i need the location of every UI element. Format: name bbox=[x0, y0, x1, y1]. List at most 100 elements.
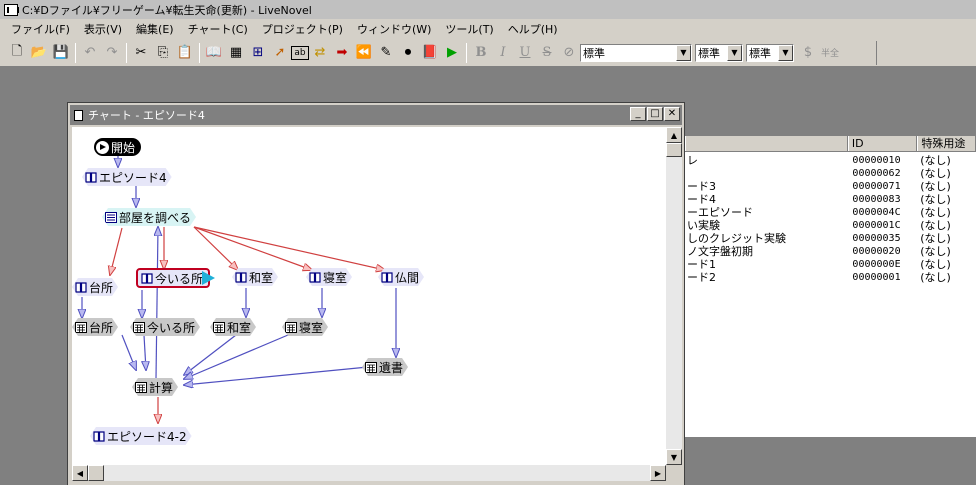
book-icon bbox=[235, 272, 247, 283]
bedroom-calc-node[interactable]: 寝室 bbox=[282, 318, 328, 336]
scroll-right-button[interactable]: ▶ bbox=[650, 465, 666, 481]
list-item[interactable]: 00000062 (なし) bbox=[685, 167, 976, 180]
font-combo[interactable]: 標準 ▼ bbox=[580, 43, 692, 62]
cut-icon[interactable]: ✂ bbox=[130, 42, 152, 64]
spell-icon[interactable]: $ bbox=[797, 42, 819, 64]
stop-icon[interactable]: ⏺ bbox=[397, 42, 419, 64]
list-item[interactable]: ード4 00000083 (なし) bbox=[685, 193, 976, 206]
redo-icon[interactable]: ↷ bbox=[101, 42, 123, 64]
horizontal-scrollbar[interactable]: ◀ ▶ bbox=[72, 465, 666, 481]
book-icon bbox=[141, 272, 153, 284]
app-icon bbox=[4, 3, 19, 16]
episode-icon[interactable]: 📖 bbox=[203, 42, 225, 64]
menu-edit[interactable]: 編集(E) bbox=[129, 19, 181, 39]
chevron-down-icon[interactable]: ▼ bbox=[778, 44, 793, 61]
vertical-scroll-thumb[interactable] bbox=[666, 143, 682, 157]
chevron-down-icon[interactable]: ▼ bbox=[676, 44, 691, 61]
copy-icon[interactable]: ⎘ bbox=[152, 42, 174, 64]
list-item[interactable]: ード1 0000000E (なし) bbox=[685, 258, 976, 271]
episode4-2-node[interactable]: エピソード4-2 bbox=[90, 427, 192, 445]
style-combo[interactable]: 標準 ▼ bbox=[746, 43, 794, 62]
italic-button[interactable]: I bbox=[492, 42, 514, 64]
arrow-right-icon[interactable]: ➡ bbox=[331, 42, 353, 64]
bedroom-episode-node[interactable]: 寝室 bbox=[306, 268, 352, 286]
washitsu-calc-node[interactable]: 和室 bbox=[210, 318, 256, 336]
tools-icon[interactable]: ✎ bbox=[375, 42, 397, 64]
list-item[interactable]: ーエピソード 0000004C (なし) bbox=[685, 206, 976, 219]
list-item[interactable]: い実験 0000001C (なし) bbox=[685, 219, 976, 232]
kitchen-episode-node[interactable]: 台所 bbox=[72, 278, 118, 296]
scroll-down-button[interactable]: ▼ bbox=[666, 449, 682, 465]
keisan-calc-node[interactable]: 計算 bbox=[132, 378, 178, 396]
butsuma-episode-node[interactable]: 仏間 bbox=[378, 268, 424, 286]
select-icon[interactable]: ⊞ bbox=[247, 42, 269, 64]
text-icon[interactable]: ab bbox=[291, 45, 309, 60]
strike-button[interactable]: S bbox=[536, 42, 558, 64]
menu-view[interactable]: 表示(V) bbox=[77, 19, 129, 39]
menu-chart[interactable]: チャート(C) bbox=[181, 19, 255, 39]
calculator-icon bbox=[213, 322, 225, 333]
investigate-select-node[interactable]: 部屋を調べる bbox=[102, 208, 196, 226]
caption-buttons: _ □ ✕ bbox=[629, 107, 680, 121]
bold-button[interactable]: B bbox=[470, 42, 492, 64]
rewind-icon[interactable]: ⏪ bbox=[353, 42, 375, 64]
start-node-label: 開始 bbox=[111, 140, 136, 155]
washitsu-episode-node[interactable]: 和室 bbox=[232, 268, 278, 286]
episode4-label: エピソード4 bbox=[99, 170, 167, 185]
scroll-up-button[interactable]: ▲ bbox=[666, 127, 682, 143]
paste-icon[interactable]: 📋 bbox=[174, 42, 196, 64]
disable-icon[interactable]: ⊘ bbox=[558, 42, 580, 64]
book-icon[interactable]: 📕 bbox=[419, 42, 441, 64]
size-combo[interactable]: 標準 ▼ bbox=[695, 43, 743, 62]
document-icon bbox=[74, 109, 83, 121]
close-button[interactable]: ✕ bbox=[664, 107, 680, 121]
list-item[interactable]: ノ文字盤初期 00000020 (なし) bbox=[685, 245, 976, 258]
start-node[interactable]: 開始 bbox=[94, 138, 142, 156]
menu-help[interactable]: ヘルプ(H) bbox=[501, 19, 565, 39]
underline-button[interactable]: U bbox=[514, 42, 536, 64]
jump-icon[interactable]: ⇄ bbox=[309, 42, 331, 64]
list-item[interactable]: しのクレジット実験 00000035 (なし) bbox=[685, 232, 976, 245]
chart-window-title: チャート - エピソード4 bbox=[88, 109, 205, 122]
scroll-left-button[interactable]: ◀ bbox=[72, 465, 88, 481]
new-icon[interactable]: 🗋 bbox=[6, 42, 28, 64]
list-item[interactable]: ード2 00000001 (なし) bbox=[685, 271, 976, 284]
bedroom-calc-label: 寝室 bbox=[299, 320, 324, 335]
current-location-calc-node[interactable]: 今いる所 bbox=[130, 318, 200, 336]
cursor-icon[interactable]: ➚ bbox=[269, 42, 291, 64]
maximize-button[interactable]: □ bbox=[647, 107, 663, 121]
column-id[interactable]: ID bbox=[847, 136, 918, 151]
chart-canvas[interactable]: 開始 エピソード4 部屋を調べる 台所 今いる所 和室 寝室 仏間 台所 今いる… bbox=[72, 127, 666, 465]
calc-icon[interactable]: ▦ bbox=[225, 42, 247, 64]
kitchen-calc-node[interactable]: 台所 bbox=[72, 318, 118, 336]
menu-tools[interactable]: ツール(T) bbox=[438, 19, 500, 39]
minimize-button[interactable]: _ bbox=[630, 107, 646, 121]
menu-file[interactable]: ファイル(F) bbox=[4, 19, 77, 39]
column-special[interactable]: 特殊用途 bbox=[917, 136, 976, 151]
style-combo-value: 標準 bbox=[749, 46, 771, 60]
menu-window[interactable]: ウィンドウ(W) bbox=[350, 19, 438, 39]
current-location-episode-node[interactable]: 今いる所 bbox=[136, 268, 211, 288]
undo-icon[interactable]: ↶ bbox=[79, 42, 101, 64]
chart-window-caption[interactable]: チャート - エピソード4 _ □ ✕ bbox=[70, 105, 682, 125]
run-icon[interactable]: ▶ bbox=[441, 42, 463, 64]
app-title-bar: C:¥Dファイル¥フリーゲーム¥転生天命(更新) - LiveNovel bbox=[0, 0, 976, 19]
column-name[interactable] bbox=[685, 136, 848, 151]
list-item[interactable]: レ 00000010 (なし) bbox=[685, 154, 976, 167]
isho-calc-node[interactable]: 遺書 bbox=[362, 358, 408, 376]
open-icon[interactable]: 📂 bbox=[28, 42, 50, 64]
episode4-node[interactable]: エピソード4 bbox=[82, 168, 172, 186]
wide-toggle-button[interactable]: 半全 bbox=[819, 42, 841, 64]
menu-bar: ファイル(F) 表示(V) 編集(E) チャート(C) プロジェクト(P) ウィ… bbox=[0, 19, 976, 39]
investigate-label: 部屋を調べる bbox=[119, 210, 192, 225]
calculator-icon bbox=[133, 322, 145, 333]
toolbar-separator bbox=[75, 42, 76, 63]
list-window-empty-area bbox=[685, 437, 976, 485]
vertical-scrollbar[interactable]: ▲ ▼ bbox=[666, 127, 682, 465]
save-icon[interactable]: 💾 bbox=[50, 42, 72, 64]
list-item[interactable]: ード3 00000071 (なし) bbox=[685, 180, 976, 193]
menu-project[interactable]: プロジェクト(P) bbox=[255, 19, 350, 39]
keisan-calc-label: 計算 bbox=[149, 380, 174, 395]
chevron-down-icon[interactable]: ▼ bbox=[727, 44, 742, 61]
horizontal-scroll-thumb[interactable] bbox=[88, 465, 104, 481]
